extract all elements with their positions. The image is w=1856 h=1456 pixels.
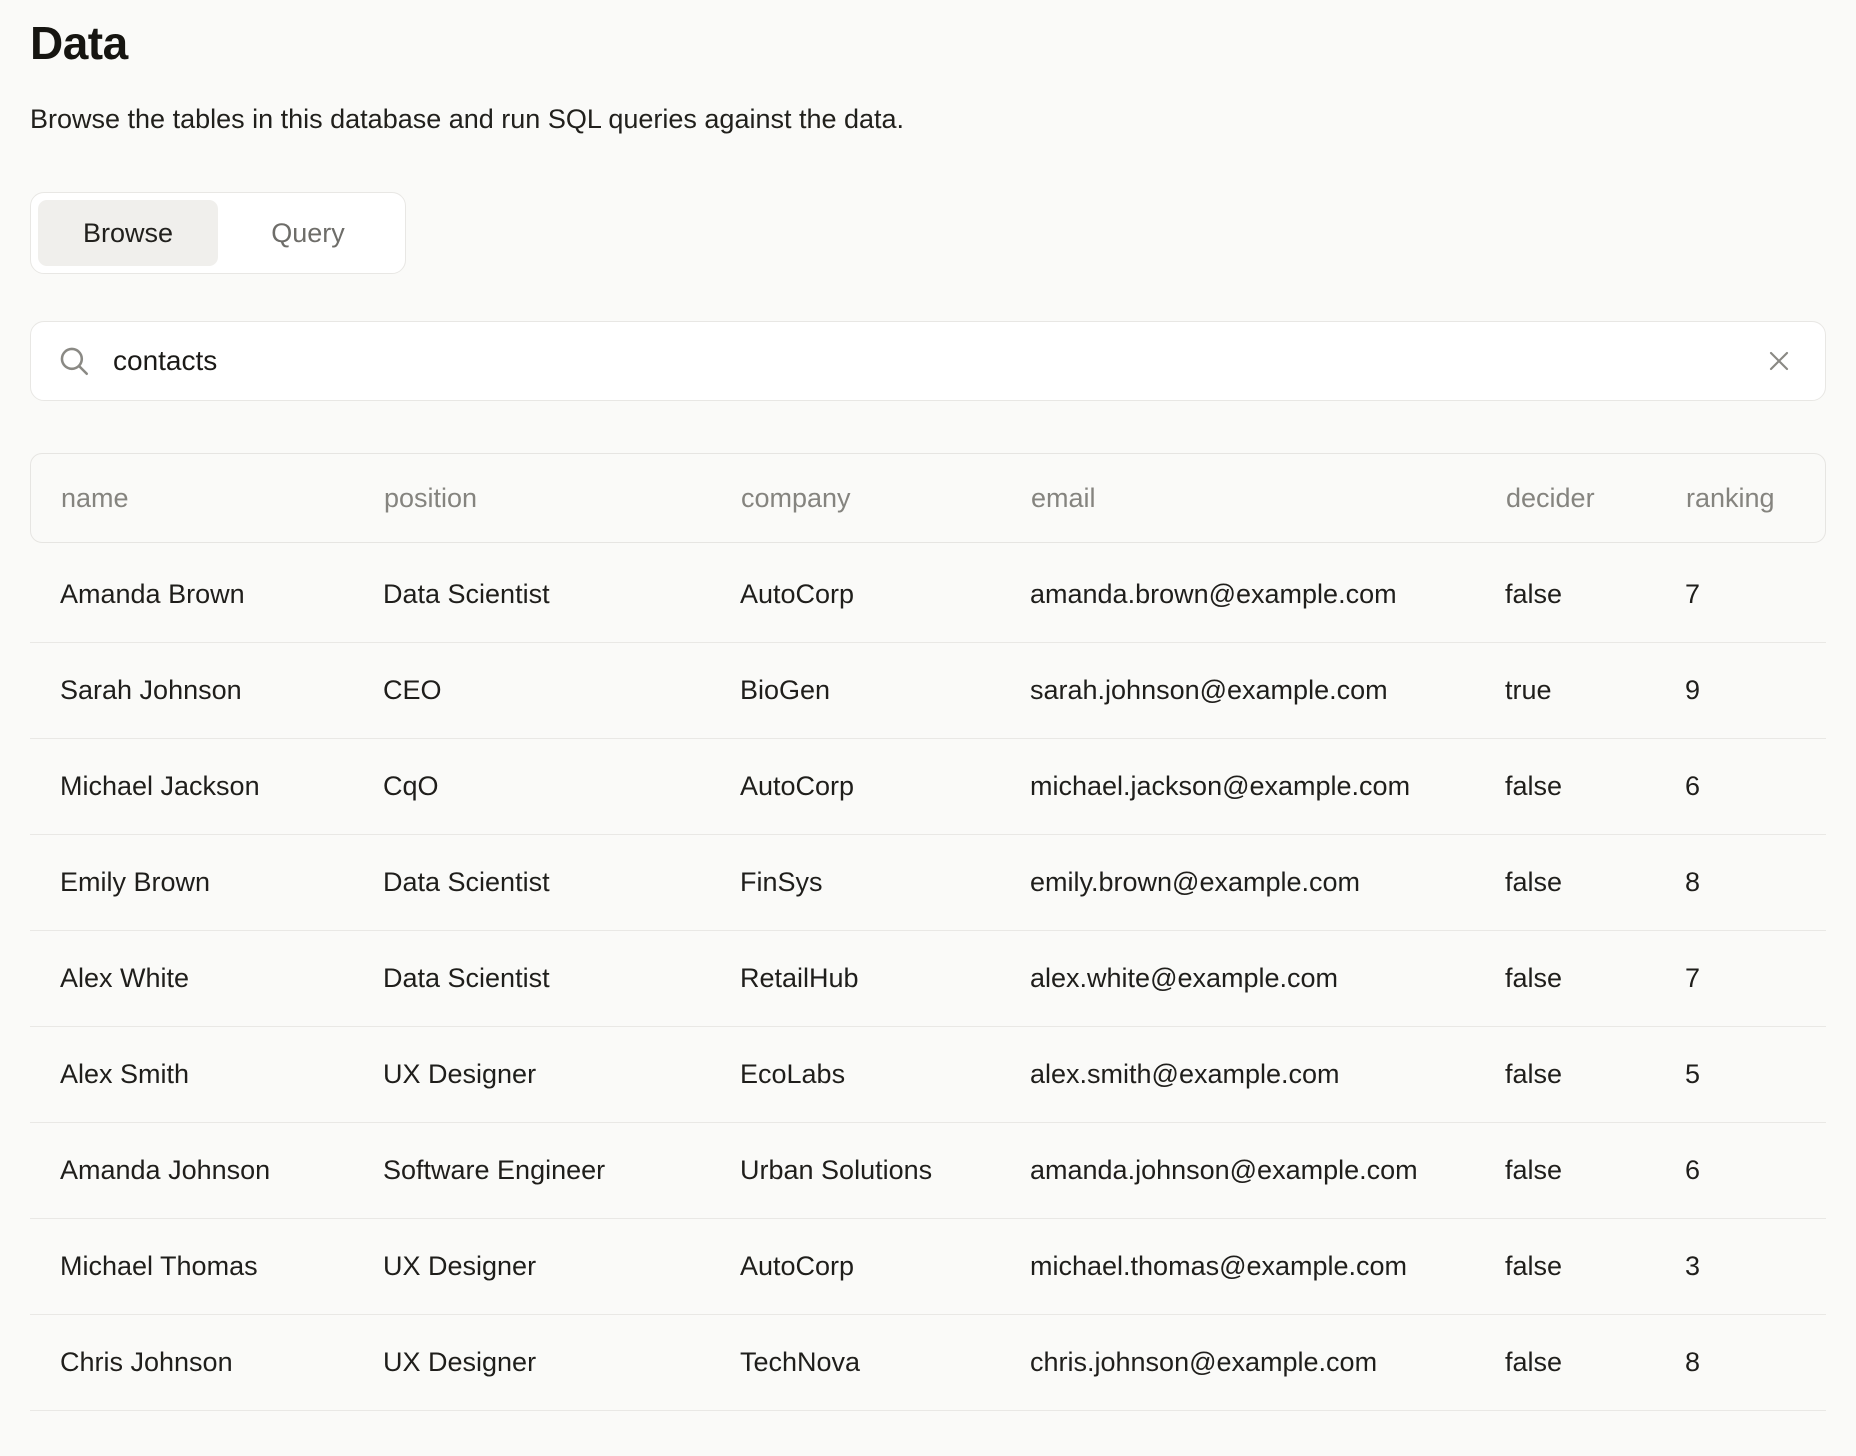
cell-decider: false	[1505, 867, 1685, 898]
search-icon	[57, 344, 91, 378]
cell-email: chris.johnson@example.com	[1030, 1347, 1505, 1378]
cell-email: michael.jackson@example.com	[1030, 771, 1505, 802]
cell-company: TechNova	[740, 1347, 1030, 1378]
page-subtitle: Browse the tables in this database and r…	[30, 102, 1826, 136]
cell-position: UX Designer	[383, 1251, 740, 1282]
cell-company: AutoCorp	[740, 579, 1030, 610]
cell-position: CEO	[383, 675, 740, 706]
tab-query[interactable]: Query	[218, 200, 398, 266]
cell-decider: false	[1505, 579, 1685, 610]
cell-position: Software Engineer	[383, 1155, 740, 1186]
cell-email: michael.thomas@example.com	[1030, 1251, 1505, 1282]
cell-company: AutoCorp	[740, 771, 1030, 802]
cell-company: RetailHub	[740, 963, 1030, 994]
column-header-name: name	[61, 483, 384, 514]
cell-ranking: 5	[1685, 1059, 1826, 1090]
column-header-position: position	[384, 483, 741, 514]
cell-decider: false	[1505, 1251, 1685, 1282]
cell-email: emily.brown@example.com	[1030, 867, 1505, 898]
table-row: Chris JohnsonUX DesignerTechNovachris.jo…	[30, 1315, 1826, 1411]
cell-ranking: 6	[1685, 771, 1826, 802]
cell-decider: false	[1505, 963, 1685, 994]
column-header-email: email	[1031, 483, 1506, 514]
table-row: Amanda JohnsonSoftware EngineerUrban Sol…	[30, 1123, 1826, 1219]
cell-ranking: 3	[1685, 1251, 1826, 1282]
cell-ranking: 6	[1685, 1155, 1826, 1186]
table-body: Amanda BrownData ScientistAutoCorpamanda…	[30, 547, 1826, 1411]
search-input[interactable]	[113, 345, 1759, 377]
table-row: Sarah JohnsonCEOBioGensarah.johnson@exam…	[30, 643, 1826, 739]
cell-decider: false	[1505, 771, 1685, 802]
cell-name: Alex Smith	[60, 1059, 383, 1090]
close-icon	[1763, 345, 1795, 377]
column-header-ranking: ranking	[1686, 483, 1825, 514]
cell-company: FinSys	[740, 867, 1030, 898]
cell-name: Alex White	[60, 963, 383, 994]
cell-company: BioGen	[740, 675, 1030, 706]
cell-ranking: 8	[1685, 867, 1826, 898]
cell-name: Amanda Johnson	[60, 1155, 383, 1186]
table-row: Emily BrownData ScientistFinSysemily.bro…	[30, 835, 1826, 931]
table-row: Alex WhiteData ScientistRetailHubalex.wh…	[30, 931, 1826, 1027]
cell-decider: true	[1505, 675, 1685, 706]
cell-name: Amanda Brown	[60, 579, 383, 610]
clear-search-button[interactable]	[1759, 341, 1799, 381]
cell-decider: false	[1505, 1347, 1685, 1378]
cell-position: UX Designer	[383, 1059, 740, 1090]
cell-position: Data Scientist	[383, 579, 740, 610]
cell-email: alex.white@example.com	[1030, 963, 1505, 994]
cell-name: Michael Thomas	[60, 1251, 383, 1282]
cell-position: UX Designer	[383, 1347, 740, 1378]
table-row: Michael JacksonCqOAutoCorpmichael.jackso…	[30, 739, 1826, 835]
cell-email: amanda.brown@example.com	[1030, 579, 1505, 610]
cell-position: Data Scientist	[383, 867, 740, 898]
cell-position: CqO	[383, 771, 740, 802]
cell-position: Data Scientist	[383, 963, 740, 994]
cell-email: alex.smith@example.com	[1030, 1059, 1505, 1090]
cell-ranking: 8	[1685, 1347, 1826, 1378]
cell-ranking: 9	[1685, 675, 1826, 706]
cell-email: amanda.johnson@example.com	[1030, 1155, 1505, 1186]
cell-company: AutoCorp	[740, 1251, 1030, 1282]
cell-name: Chris Johnson	[60, 1347, 383, 1378]
cell-email: sarah.johnson@example.com	[1030, 675, 1505, 706]
table-row: Michael ThomasUX DesignerAutoCorpmichael…	[30, 1219, 1826, 1315]
page-title: Data	[30, 16, 1826, 70]
cell-decider: false	[1505, 1059, 1685, 1090]
tab-browse[interactable]: Browse	[38, 200, 218, 266]
cell-ranking: 7	[1685, 963, 1826, 994]
column-header-decider: decider	[1506, 483, 1686, 514]
cell-company: Urban Solutions	[740, 1155, 1030, 1186]
table-header-row: namepositioncompanyemaildeciderranking	[30, 453, 1826, 543]
cell-decider: false	[1505, 1155, 1685, 1186]
cell-company: EcoLabs	[740, 1059, 1030, 1090]
cell-name: Emily Brown	[60, 867, 383, 898]
column-header-company: company	[741, 483, 1031, 514]
table-row: Alex SmithUX DesignerEcoLabsalex.smith@e…	[30, 1027, 1826, 1123]
table-row: Amanda BrownData ScientistAutoCorpamanda…	[30, 547, 1826, 643]
search-bar	[30, 321, 1826, 401]
tabs: BrowseQuery	[30, 192, 406, 274]
cell-ranking: 7	[1685, 579, 1826, 610]
cell-name: Michael Jackson	[60, 771, 383, 802]
cell-name: Sarah Johnson	[60, 675, 383, 706]
